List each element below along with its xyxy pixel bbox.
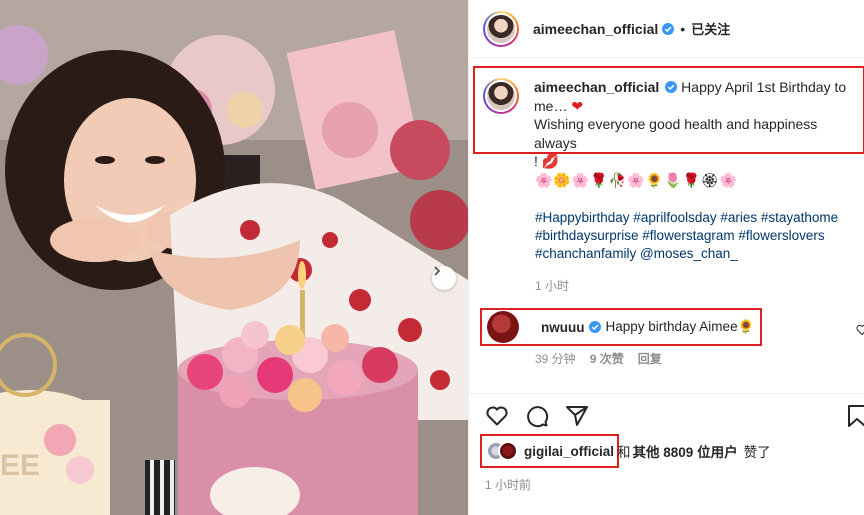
chevron-right-icon <box>434 266 441 276</box>
author-username[interactable]: aimeechan_official <box>533 21 658 37</box>
caption-author-avatar[interactable] <box>483 78 519 114</box>
separator-dot: • <box>680 20 686 37</box>
liker-avatar-2[interactable] <box>498 441 518 461</box>
caption-author-username[interactable]: aimeechan_official <box>534 79 659 95</box>
post-photo: EE <box>0 0 468 515</box>
commenter-avatar[interactable] <box>487 311 519 343</box>
caption-time: 1 小时 <box>535 279 570 293</box>
bookmark-icon[interactable] <box>847 404 864 428</box>
hashtags[interactable]: #Happybirthday #aprilfoolsday #aries #st… <box>535 209 861 263</box>
verified-icon <box>588 321 601 333</box>
caption-text: aimeechan_official Happy April 1st Birth… <box>534 78 863 169</box>
caption-line-3: Wishing everyone good health and happine… <box>534 116 818 151</box>
liker-username[interactable]: gigilai_official <box>524 444 614 459</box>
post-panel: aimeechan_official • 已关注 aimeechan_offic… <box>468 0 864 515</box>
actions-divider <box>469 393 864 394</box>
caption-line-2: me… <box>534 97 568 114</box>
likes-summary: gigilai_official 和 其他 8809 位用户 赞了 <box>480 434 771 468</box>
comment-time: 39 分钟 <box>535 352 576 366</box>
emoji-row: 🌸🌼🌸🌹🥀🌸🌻🌷🌹🏵🌸 <box>535 172 739 188</box>
following-button[interactable]: 已关注 <box>691 19 730 38</box>
post-header: aimeechan_official • 已关注 <box>469 0 864 58</box>
comment-meta: 39 分钟 9 次赞 回复 <box>535 350 662 367</box>
verified-icon <box>662 22 675 35</box>
post-timestamp: 1 小时前 <box>485 478 532 492</box>
lips-emoji-icon: 💋 <box>541 153 560 169</box>
likes-and: 和 <box>617 445 631 460</box>
comment-icon[interactable] <box>525 404 549 428</box>
comment-item: nwuuu Happy birthday Aimee🌻 <box>480 308 762 346</box>
caption-block: aimeechan_official Happy April 1st Birth… <box>473 66 864 169</box>
caption-line-1: Happy April 1st Birthday to <box>681 79 847 95</box>
caption-line-4: ! <box>534 153 538 169</box>
reply-button[interactable]: 回复 <box>638 350 662 367</box>
next-photo-button[interactable] <box>432 266 456 290</box>
commenter-username[interactable]: nwuuu <box>541 320 585 335</box>
svg-text:EE: EE <box>0 449 40 482</box>
likes-suffix: 赞了 <box>743 445 771 460</box>
heart-icon[interactable] <box>485 404 509 428</box>
photo-illustration: EE <box>0 0 468 515</box>
comment-likes[interactable]: 9 次赞 <box>590 350 624 367</box>
author-avatar[interactable] <box>483 10 519 47</box>
likes-others[interactable]: 其他 8809 位用户 <box>633 441 738 461</box>
verified-icon <box>665 81 678 93</box>
heart-emoji-icon: ❤ <box>571 97 584 114</box>
comment-text: Happy birthday Aimee🌻 <box>605 319 755 334</box>
small-heart-icon[interactable] <box>856 324 864 336</box>
share-icon[interactable] <box>565 404 589 428</box>
